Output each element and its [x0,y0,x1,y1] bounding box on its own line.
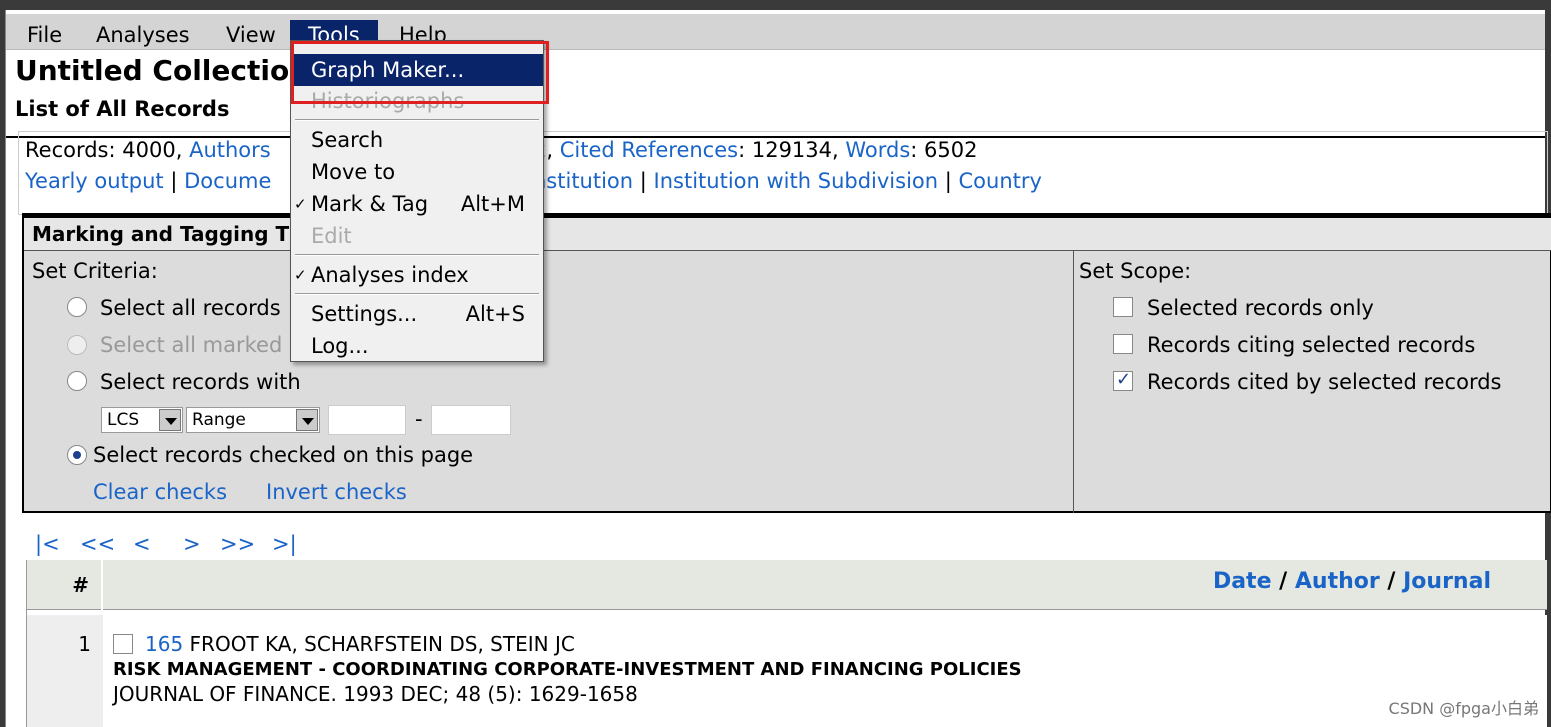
page-subtitle: List of All Records [15,97,230,121]
menu-item-analyses-index[interactable]: ✓ Analyses index [291,259,543,291]
menu-file[interactable]: File [23,20,66,50]
selected-only-label: Selected records only [1147,296,1374,320]
menu-bar: File Analyses View Tools Help [6,14,1545,50]
range-from-input[interactable] [328,405,406,435]
table-header: # Date / Author / Journal [27,560,1547,610]
institution-link[interactable]: nstitution [533,169,633,193]
document-type-link[interactable]: Docume [184,169,271,193]
range-dash: - [415,407,423,431]
cited-references-value: : 129134, [738,138,839,162]
radio-select-checked[interactable] [67,445,87,465]
sort-links: Date / Author / Journal [1213,569,1491,594]
radio-select-all[interactable] [67,297,87,317]
records-label: Records: [25,138,116,162]
range-select[interactable]: Range [186,407,320,433]
settings-label: Settings... [311,302,418,326]
cited-references-link[interactable]: Cited References [560,138,738,162]
record-details: 165 FROOT KA, SCHARFSTEIN DS, STEIN JC R… [113,631,1022,706]
set-criteria-section: Set Criteria: Select all records Select … [24,251,1074,513]
menu-item-mark-tag[interactable]: ✓ Mark & Tag Alt+M [291,188,543,220]
country-link[interactable]: Country [959,169,1042,193]
checkbox-cited-by-selected[interactable] [1113,369,1133,391]
page-header: Untitled Collectio List of All Records [6,50,1545,138]
slash: / [1387,569,1396,594]
row-number: 1 [27,615,103,727]
stats-line-2: Yearly output | Docume nstitution | Inst… [25,169,1042,193]
record-checkbox[interactable] [113,634,133,654]
records-value: 4000 [122,138,176,162]
clear-checks-link[interactable]: Clear checks [93,480,227,504]
column-header-number: # [27,560,103,610]
words-link[interactable]: Words [845,138,910,162]
record-title: RISK MANAGEMENT - COORDINATING CORPORATE… [113,659,1022,680]
table-row: 1 165 FROOT KA, SCHARFSTEIN DS, STEIN JC… [27,615,1547,727]
pager-next-page[interactable]: >> [220,532,255,556]
slash: / [1279,569,1288,594]
yearly-output-link[interactable]: Yearly output [25,169,164,193]
range-to-input[interactable] [431,405,511,435]
chevron-down-icon[interactable] [159,409,181,431]
select-checked-label: Select records checked on this page [93,443,474,467]
sort-author-link[interactable]: Author [1295,569,1380,594]
checkbox-citing-selected[interactable] [1113,334,1133,354]
marking-tagging-panel: Marking and Tagging T Set Criteria: Sele… [22,213,1551,513]
menu-separator [295,119,539,121]
cited-by-selected-label: Records cited by selected records [1147,370,1502,394]
menu-item-settings[interactable]: Settings... Alt+S [291,298,543,330]
sort-journal-link[interactable]: Journal [1403,569,1491,594]
pager-prev[interactable]: < [133,532,151,556]
set-scope-label: Set Scope: [1079,259,1192,283]
separator: | [170,169,178,193]
citing-selected-label: Records citing selected records [1147,333,1476,357]
analyses-index-label: Analyses index [311,263,469,287]
select-with-label: Select records with [100,370,301,394]
mark-tag-label: Mark & Tag [311,192,429,216]
institution-subdivision-link[interactable]: Institution with Subdivision [654,169,939,193]
pager-prev-page[interactable]: << [80,532,115,556]
menu-analyses[interactable]: Analyses [92,20,194,50]
separator: | [639,169,647,193]
page-title: Untitled Collectio [15,54,290,87]
records-table: # Date / Author / Journal 1 165 FROOT KA… [26,560,1547,727]
watermark: CSDN @fpga小白弟 [1388,699,1539,718]
select-all-label: Select all records [100,296,281,320]
highlight-annotation-box [291,41,549,104]
words-value: : 6502 [910,138,978,162]
radio-select-marked[interactable] [67,335,87,355]
range-select-value: Range [192,410,246,430]
menu-view[interactable]: View [222,20,280,50]
field-select-value: LCS [107,410,140,430]
set-criteria-label: Set Criteria: [32,259,158,283]
record-source: JOURNAL OF FINANCE. 1993 DEC; 48 (5): 16… [113,682,638,706]
invert-checks-link[interactable]: Invert checks [266,480,407,504]
checkmark-icon: ✓ [294,266,307,284]
menu-item-move-to[interactable]: Move to [291,156,543,188]
pager-last[interactable]: >| [272,532,297,556]
radio-select-with[interactable] [67,371,87,391]
menu-item-search[interactable]: Search [291,124,543,156]
pager-first[interactable]: |< [35,532,60,556]
sort-date-link[interactable]: Date [1213,569,1272,594]
chevron-down-icon[interactable] [296,409,318,431]
checkbox-selected-only[interactable] [1113,297,1133,317]
settings-shortcut: Alt+S [465,302,525,326]
record-authors: FROOT KA, SCHARFSTEIN DS, STEIN JC [189,632,575,656]
mark-tag-shortcut: Alt+M [460,192,525,216]
menu-separator [295,254,539,256]
checkmark-icon: ✓ [294,195,307,213]
record-citation-count-link[interactable]: 165 [145,632,183,656]
pager-next[interactable]: > [183,532,201,556]
menu-item-log[interactable]: Log... [291,330,543,362]
stats-line-1: Records: 4000, Authors 2, Cited Referenc… [25,138,978,162]
menu-separator [295,293,539,295]
panel-header: Marking and Tagging T [24,215,1551,251]
collection-stats: Records: 4000, Authors 2, Cited Referenc… [18,131,1548,215]
authors-link[interactable]: Authors [189,138,271,162]
field-select[interactable]: LCS [101,407,183,433]
menu-item-edit[interactable]: Edit [291,220,543,252]
panel-title: Marking and Tagging T [32,222,290,246]
separator: | [944,169,952,193]
set-scope-section: Set Scope: Selected records only Records… [1074,251,1551,513]
